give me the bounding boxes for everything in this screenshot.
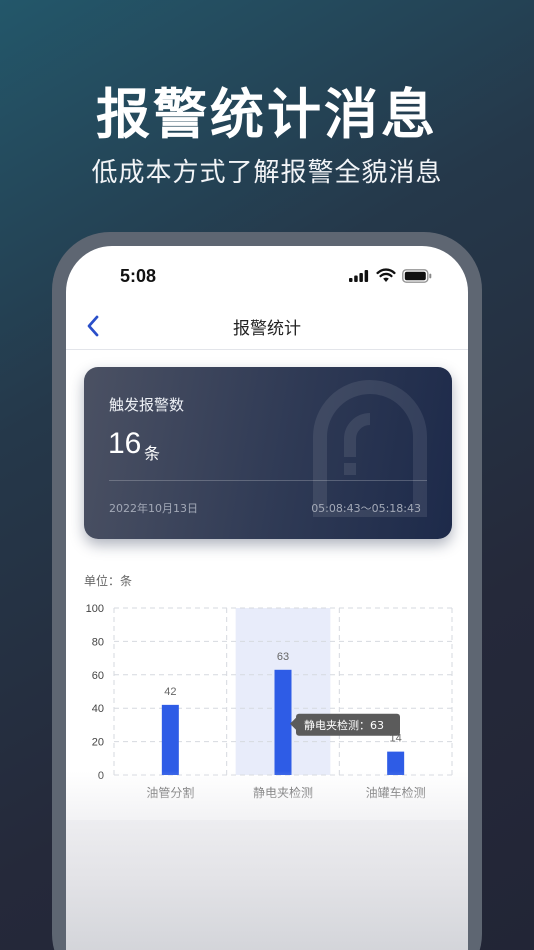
- wifi-icon: [376, 268, 396, 282]
- status-bar: 5:08: [66, 246, 468, 308]
- bar-value-label: 63: [277, 651, 289, 663]
- signal-icon: [349, 270, 369, 282]
- battery-icon: [402, 269, 432, 283]
- promo-headline: 报警统计消息: [96, 83, 438, 146]
- alarm-count-label: 触发报警数: [109, 396, 185, 414]
- promo-subline: 低成本方式了解报警全貌消息: [91, 158, 443, 188]
- y-tick-label: 20: [92, 737, 104, 749]
- chart-bar[interactable]: [274, 669, 292, 775]
- alarm-count-value: 16: [108, 427, 142, 460]
- y-tick-label: 60: [92, 670, 104, 682]
- y-tick-label: 40: [92, 703, 104, 715]
- report-time-range: 05:08:43～05:18:43: [311, 502, 421, 515]
- card-divider: [109, 480, 427, 481]
- tooltip-text: 静电夹检测：63: [304, 718, 384, 732]
- y-tick-label: 100: [86, 603, 104, 615]
- alarm-icon: [313, 380, 427, 517]
- status-time: 5:08: [120, 266, 157, 286]
- chart-bar[interactable]: [161, 704, 179, 775]
- phone-screen: 5:08 报警统计 触发报警数 16 条 2022年10月13日 05:08:4…: [66, 246, 468, 950]
- nav-bar: 报警统计: [66, 308, 468, 350]
- bar-value-label: 42: [164, 686, 176, 698]
- bottom-fade: [66, 820, 468, 950]
- y-tick-label: 80: [92, 636, 104, 648]
- content-area: 触发报警数 16 条 2022年10月13日 05:08:43～05:18:43…: [66, 350, 468, 820]
- alarm-count-unit: 条: [144, 444, 161, 463]
- report-date: 2022年10月13日: [109, 502, 198, 515]
- fade-overlay: [66, 771, 468, 823]
- summary-card: 触发报警数 16 条 2022年10月13日 05:08:43～05:18:43: [84, 367, 452, 539]
- page-title: 报警统计: [233, 319, 301, 339]
